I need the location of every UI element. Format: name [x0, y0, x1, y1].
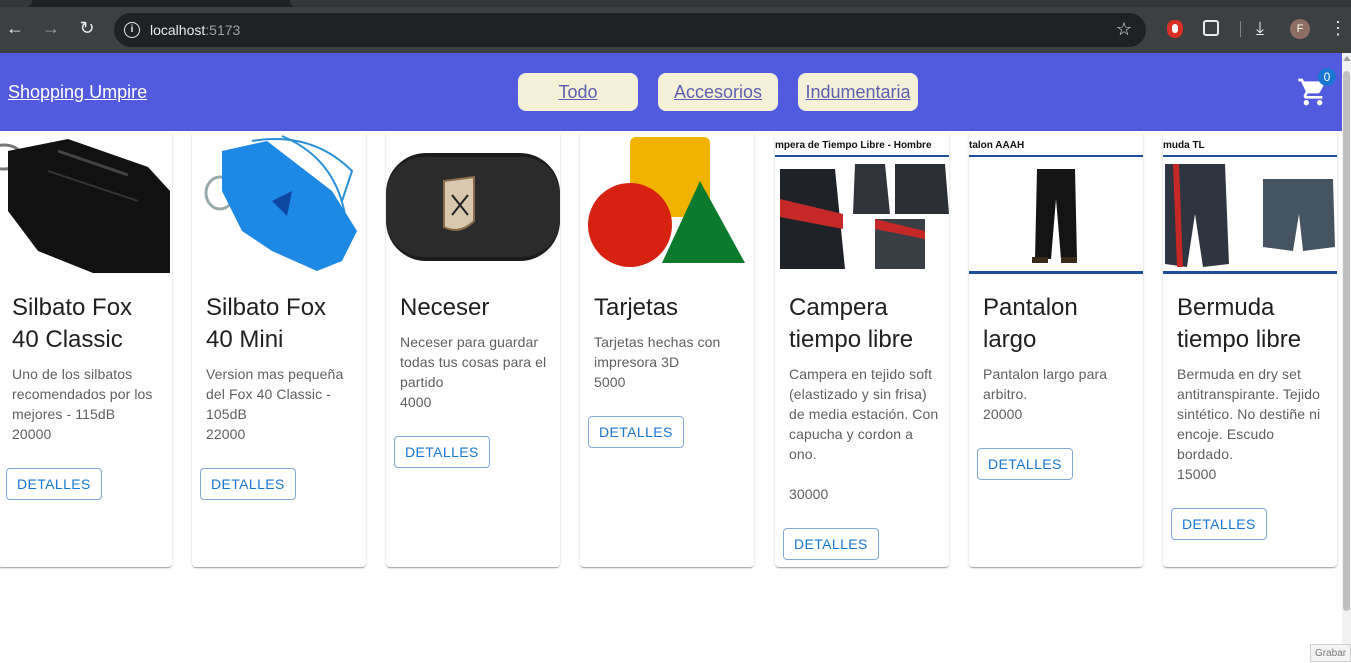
product-title: Pantalon largo — [983, 294, 1078, 353]
details-button[interactable]: DETALLES — [200, 468, 296, 500]
product-image — [192, 131, 366, 275]
product-description: Pantalon largo para arbitro. — [983, 366, 1108, 402]
bookmark-star-icon[interactable]: ☆ — [1116, 19, 1132, 40]
product-description: Neceser para guardar todas tus cosas par… — [400, 334, 547, 390]
details-button[interactable]: DETALLES — [588, 416, 684, 448]
extensions-puzzle-icon[interactable] — [1203, 20, 1219, 36]
product-description: Tarjetas hechas con impresora 3D — [594, 334, 721, 370]
page-scrollbar[interactable] — [1342, 53, 1351, 662]
brand-link[interactable]: Shopping Umpire — [8, 82, 147, 103]
image-caption: mpera de Tiempo Libre - Hombre — [775, 140, 932, 151]
url-text[interactable]: localhost:5173 — [150, 22, 240, 38]
details-button[interactable]: DETALLES — [783, 528, 879, 560]
toolbar-separator — [1240, 21, 1241, 37]
browser-toolbar: ← → ↻ i localhost:5173 ☆ ⤓ F ⋮ — [0, 0, 1351, 53]
product-description: Campera en tejido soft (elastizado y sin… — [789, 366, 939, 462]
reload-icon[interactable]: ↻ — [76, 17, 98, 39]
product-card: mpera de Tiempo Libre - Hombre Campera t… — [775, 131, 949, 567]
recorder-widget[interactable]: Grabar — [1310, 644, 1351, 662]
scroll-up-arrow-icon[interactable] — [1343, 56, 1351, 61]
product-image: mpera de Tiempo Libre - Hombre — [775, 131, 949, 275]
product-price: 20000 — [12, 426, 52, 442]
nav-link-todo[interactable]: Todo — [518, 73, 638, 111]
tab-strip — [0, 0, 1351, 7]
product-title: Silbato Fox 40 Mini — [206, 294, 327, 353]
product-title: Tarjetas — [594, 294, 679, 321]
product-image: muda TL — [1163, 131, 1337, 275]
forward-icon[interactable]: → — [40, 17, 62, 39]
product-price: 22000 — [206, 426, 246, 442]
product-description: Bermuda en dry set antitranspirante. Tej… — [1177, 366, 1321, 462]
site-info-icon[interactable]: i — [124, 22, 140, 38]
product-card: Neceser Neceser para guardar todas tus c… — [386, 131, 560, 567]
scrollbar-thumb[interactable] — [1343, 71, 1350, 611]
product-price: 5000 — [594, 374, 626, 390]
product-card: talon AAAH Pantalon largo Pantalon largo… — [969, 131, 1143, 567]
product-price: 4000 — [400, 394, 432, 410]
image-caption: muda TL — [1163, 140, 1205, 151]
product-card: muda TL Bermuda tiempo libre Bermuda en … — [1163, 131, 1337, 567]
extension-icon[interactable] — [1167, 20, 1183, 38]
address-bar[interactable]: i localhost:5173 ☆ — [114, 13, 1146, 47]
download-icon[interactable]: ⤓ — [1256, 18, 1264, 39]
menu-kebab-icon[interactable]: ⋮ — [1329, 17, 1347, 39]
profile-avatar[interactable]: F — [1290, 19, 1310, 39]
cart-count-badge: 0 — [1318, 68, 1336, 86]
product-description: Uno de los silbatos recomendados por los… — [12, 366, 153, 422]
details-button[interactable]: DETALLES — [394, 436, 490, 468]
back-icon[interactable]: ← — [4, 17, 26, 39]
product-description: Version mas pequeña del Fox 40 Classic -… — [206, 366, 344, 422]
product-card: Silbato Fox 40 Classic Uno de los silbat… — [0, 131, 172, 567]
app-navbar: Shopping Umpire Todo Accesorios Indument… — [0, 53, 1342, 131]
details-button[interactable]: DETALLES — [6, 468, 102, 500]
product-image — [0, 131, 172, 275]
product-title: Campera tiempo libre — [789, 294, 914, 353]
product-image — [580, 131, 754, 275]
nav-link-accesorios[interactable]: Accesorios — [658, 73, 778, 111]
product-image: talon AAAH — [969, 131, 1143, 275]
product-card: Silbato Fox 40 Mini Version mas pequeña … — [192, 131, 366, 567]
product-price: 20000 — [983, 406, 1023, 422]
details-button[interactable]: DETALLES — [1171, 508, 1267, 540]
details-button[interactable]: DETALLES — [977, 448, 1073, 480]
product-price: 30000 — [789, 486, 829, 502]
nav-link-indumentaria[interactable]: Indumentaria — [798, 73, 918, 111]
product-price: 15000 — [1177, 466, 1217, 482]
product-title: Neceser — [400, 294, 490, 321]
image-caption: talon AAAH — [969, 140, 1025, 151]
product-title: Silbato Fox 40 Classic — [12, 294, 133, 353]
product-card: Tarjetas Tarjetas hechas con impresora 3… — [580, 131, 754, 567]
product-image — [386, 131, 560, 275]
product-title: Bermuda tiempo libre — [1177, 294, 1302, 353]
